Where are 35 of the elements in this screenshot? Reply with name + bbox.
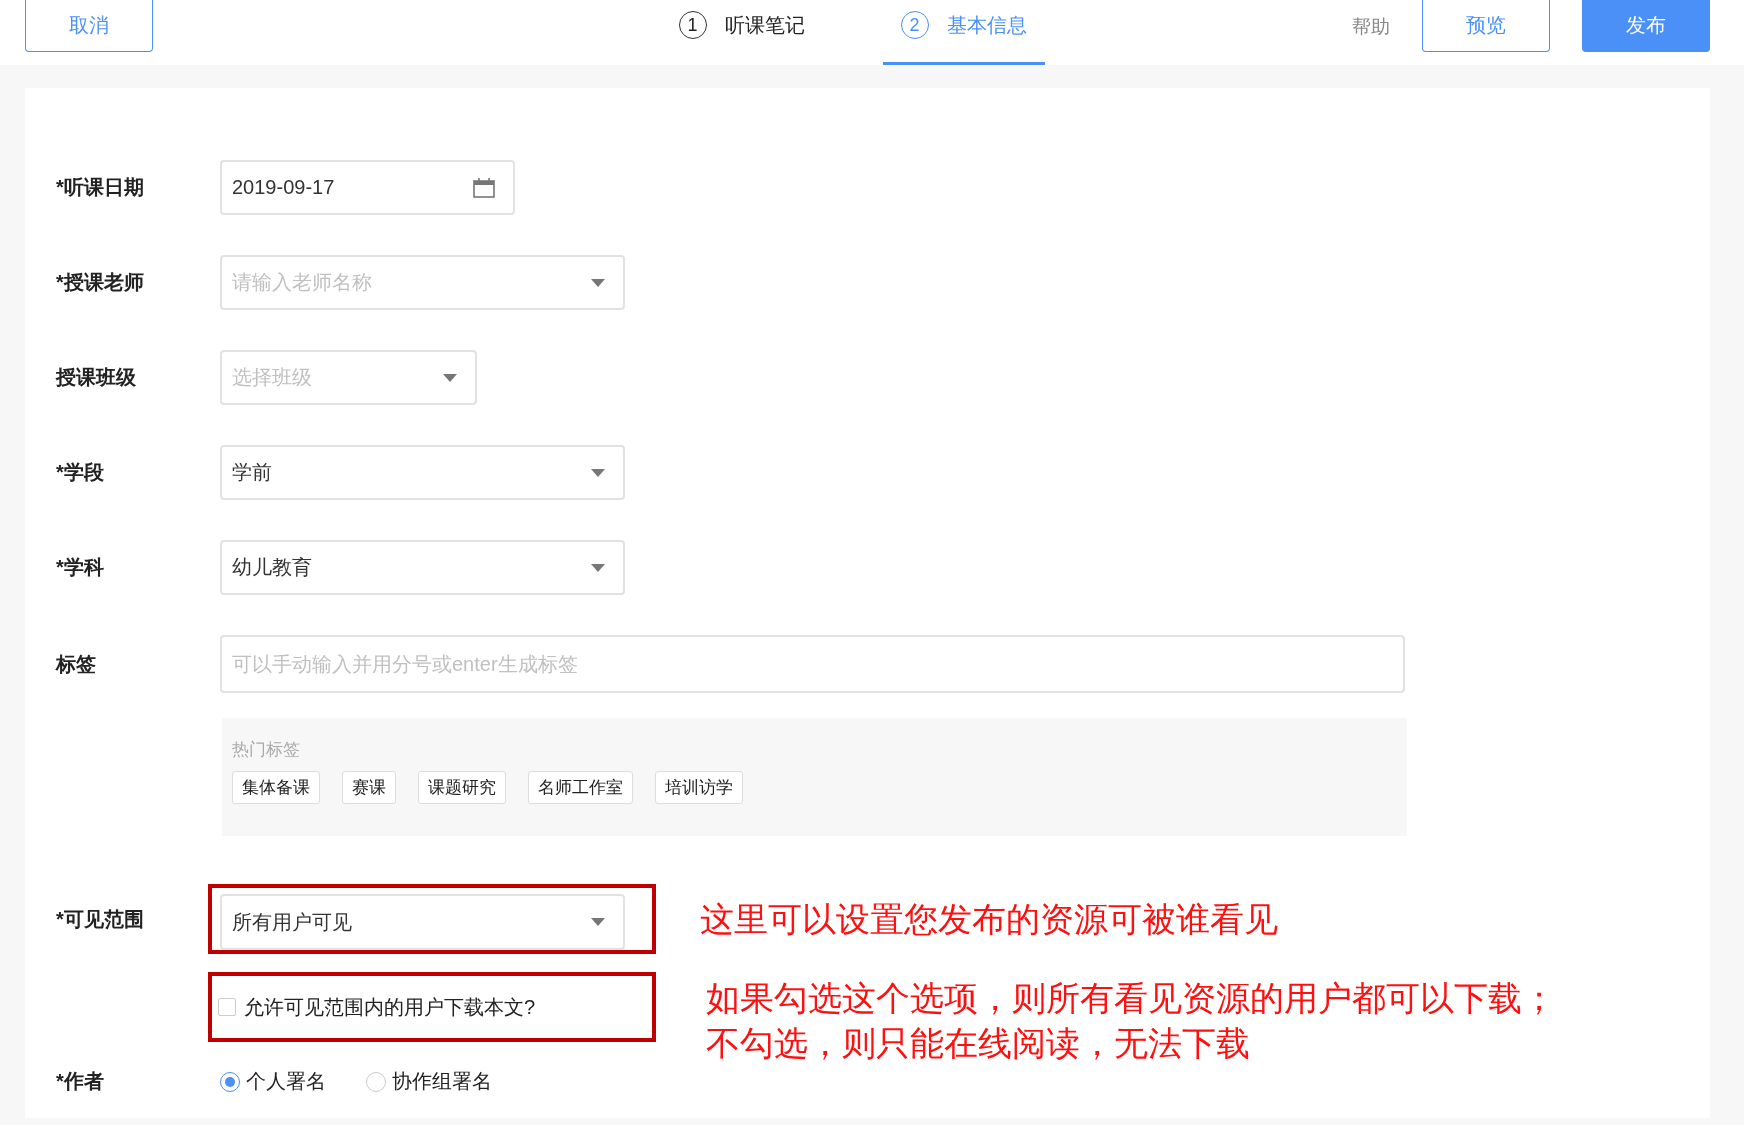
caret-icon (591, 918, 605, 926)
tag-chip[interactable]: 课题研究 (418, 771, 506, 804)
field-label: 授课班级 (56, 365, 137, 390)
step-label: 听课笔记 (724, 12, 805, 38)
step-label: 基本信息 (946, 12, 1027, 38)
field-label: *可见范围 (56, 906, 145, 932)
radio-label: 协作组署名 (392, 1069, 492, 1094)
field-label: *学科 (56, 555, 105, 580)
select-field[interactable]: 所有用户可见 (220, 894, 625, 950)
caret-icon (443, 373, 457, 382)
caret-icon (591, 468, 605, 477)
field-label: *作者 (56, 1069, 105, 1094)
caret-icon (591, 563, 605, 572)
annotation-text: 这里可以设置您发布的资源可被谁看见 (700, 898, 1278, 940)
radio-label: 个人署名 (246, 1069, 326, 1094)
field-label: 标签 (56, 651, 97, 677)
tag-chip[interactable]: 名师工作室 (528, 771, 633, 804)
annotation-text: 如果勾选这个选项，则所有看见资源的用户都可以下载； (706, 978, 1556, 1019)
calendar-icon (473, 177, 495, 198)
hot-tags-title: 热门标签 (232, 739, 301, 761)
help-link[interactable]: 帮助 (1352, 13, 1390, 40)
select-field[interactable]: 学前 (220, 445, 625, 500)
field-label: *学段 (56, 460, 105, 485)
field-label: *听课日期 (56, 175, 145, 200)
checkbox-label: 允许可见范围内的用户下载本文? (244, 994, 536, 1020)
step-tab[interactable]: 1 听课笔记 (660, 0, 823, 65)
caret-icon (591, 278, 605, 287)
tag-chip[interactable]: 培训访学 (655, 771, 743, 804)
select-field[interactable]: 幼儿教育 (220, 540, 625, 595)
field-label: *授课老师 (56, 270, 145, 295)
checkbox[interactable] (218, 998, 236, 1016)
tag-chip[interactable]: 集体备课 (232, 771, 320, 804)
tag-chip[interactable]: 赛课 (342, 771, 396, 804)
date-field[interactable]: 2019-09-17 (220, 160, 515, 215)
annotation-text: 不勾选，则只能在线阅读，无法下载 (706, 1023, 1251, 1064)
